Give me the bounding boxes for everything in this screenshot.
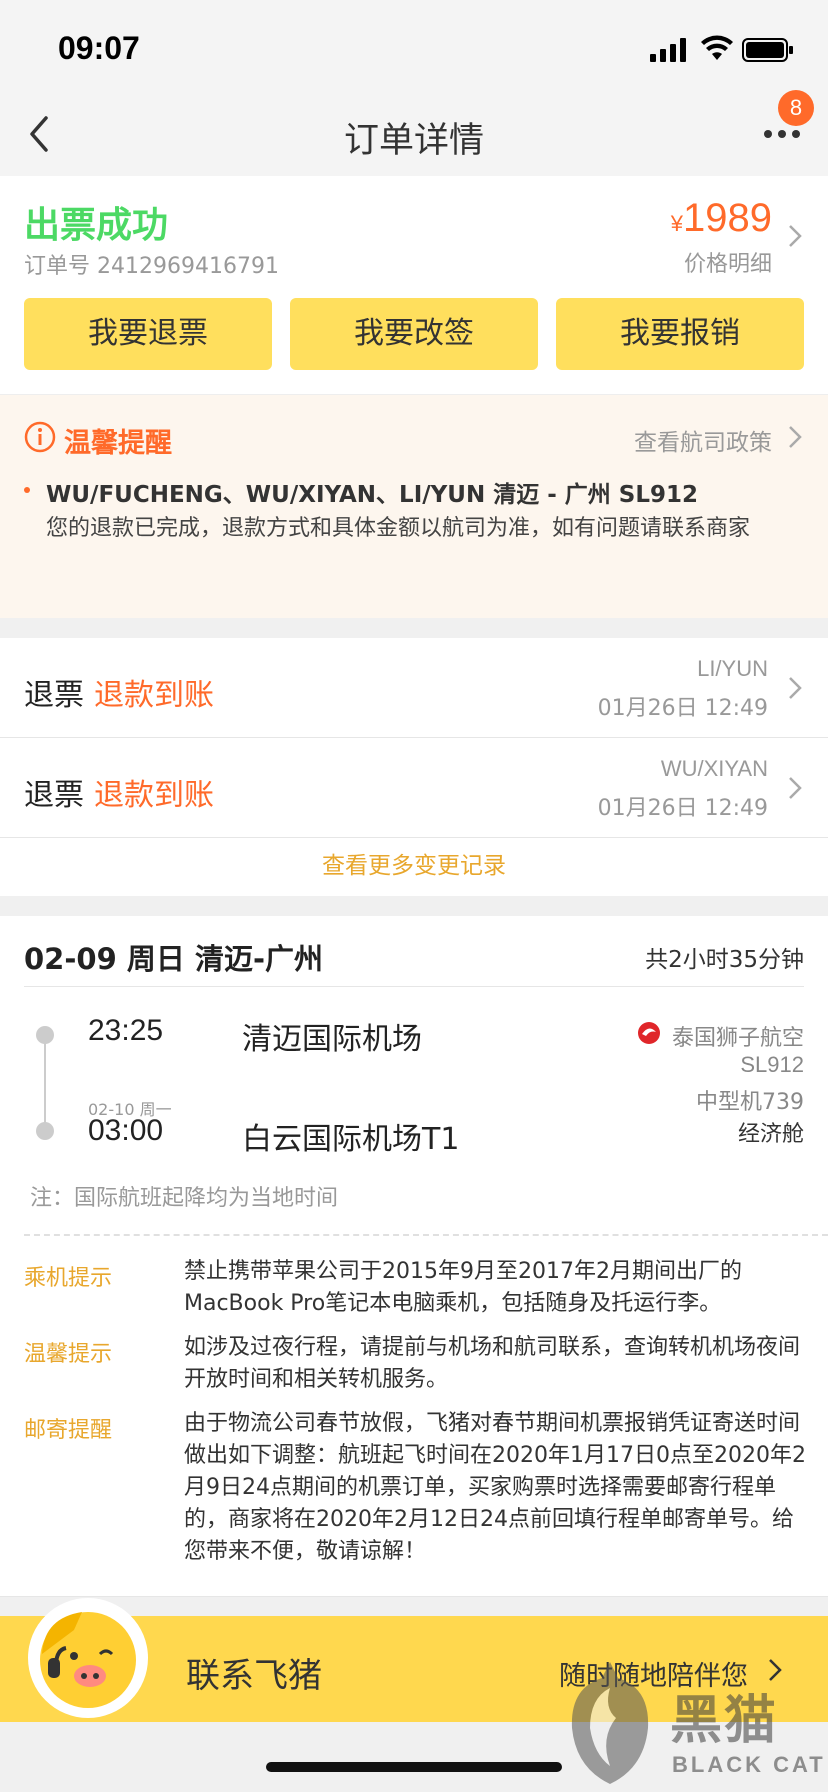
status-bar: 09:07 <box>0 0 828 96</box>
info-icon <box>24 421 56 453</box>
timeline-line <box>44 1036 46 1130</box>
price-amount: 1989 <box>683 196 772 240</box>
record-status: 退款到账 <box>94 678 214 713</box>
fliggy-mascot-avatar[interactable] <box>26 1596 150 1720</box>
local-time-note: 注：国际航班起降均为当地时间 <box>30 1186 339 1211</box>
arrival-airport: 白云国际机场T1 <box>242 1122 460 1157</box>
order-price[interactable]: ¥1989 <box>671 196 772 241</box>
airline-policy-link[interactable]: 查看航司政策 <box>634 423 772 457</box>
price-detail-link[interactable]: 价格明细 <box>684 246 772 278</box>
departure-time: 23:25 <box>88 1014 164 1047</box>
refund-record-row[interactable]: 退票 退款到账 LI/YUN 01月26日 12:49 <box>0 638 828 738</box>
ticket-status: 出票成功 <box>24 205 169 246</box>
order-number-value: 2412969416791 <box>97 254 279 279</box>
order-number-label: 订单号 <box>24 254 91 279</box>
flight-route-header: 02-09 周日 清迈-广州 <box>24 942 323 976</box>
notice-text: 禁止携带苹果公司于2015年9月至2017年2月期间出厂的MacBook Pro… <box>184 1259 742 1316</box>
notice-label: 温馨提示 <box>24 1342 113 1367</box>
passenger-name: LI/YUN <box>697 656 768 681</box>
warm-reminder-panel: 温馨提醒 查看航司政策 WU/FUCHENG、WU/XIYAN、LI/YUN 清… <box>0 394 828 618</box>
chevron-right-icon[interactable] <box>788 676 802 700</box>
record-type: 退票 <box>24 678 84 713</box>
black-cat-watermark-logo-icon <box>571 1662 649 1784</box>
notice-label: 乘机提示 <box>24 1266 113 1291</box>
chevron-right-icon[interactable] <box>788 776 802 800</box>
notice-label: 邮寄提醒 <box>24 1418 113 1443</box>
arrival-dot <box>36 1122 54 1140</box>
watermark-text: 黑猫 <box>670 1691 779 1751</box>
nav-bar: 订单详情 8 <box>0 90 828 176</box>
refund-ticket-button[interactable]: 我要退票 <box>24 298 272 370</box>
warm-reminder-title: 温馨提醒 <box>64 428 172 459</box>
dashed-divider <box>24 1234 828 1236</box>
notice-text: 由于物流公司春节放假，飞猪对春节期间机票报销凭证寄送时间做出如下调整：航班起飞时… <box>184 1411 806 1564</box>
change-ticket-button[interactable]: 我要改签 <box>290 298 538 370</box>
passenger-name: WU/XIYAN <box>660 756 768 781</box>
page-title: 订单详情 <box>343 121 484 161</box>
chevron-right-icon[interactable] <box>788 425 802 449</box>
refund-record-row[interactable]: 退票 退款到账 WU/XIYAN 01月26日 12:49 <box>0 738 828 838</box>
notification-badge: 8 <box>778 90 814 126</box>
reimbursement-button[interactable]: 我要报销 <box>556 298 804 370</box>
aircraft-type: 中型机739 <box>696 1090 804 1115</box>
home-indicator[interactable] <box>266 1762 562 1772</box>
divider <box>24 986 804 987</box>
more-options-icon[interactable] <box>762 124 802 144</box>
flight-number: SL912 <box>740 1052 804 1077</box>
passengers-route: WU/FUCHENG、WU/XIYAN、LI/YUN 清迈 - 广州 SL912 <box>46 482 699 508</box>
flight-duration: 共2小时35分钟 <box>645 947 804 973</box>
flight-info-card: 02-09 周日 清迈-广州 共2小时35分钟 23:25 清迈国际机场 02-… <box>0 916 828 1596</box>
contact-title[interactable]: 联系飞猪 <box>186 1648 322 1697</box>
record-type: 退票 <box>24 778 84 813</box>
battery-icon <box>742 38 793 62</box>
record-status: 退款到账 <box>94 778 214 813</box>
cellular-signal-icon <box>650 38 686 62</box>
record-time: 01月26日 12:49 <box>597 696 768 721</box>
record-time: 01月26日 12:49 <box>597 796 768 821</box>
order-summary: 出票成功 订单号 2412969416791 ¥1989 价格明细 我要退票 我… <box>0 176 828 394</box>
divider <box>0 837 828 838</box>
refund-message: 您的退款已完成，退款方式和具体金额以航司为准，如有问题请联系商家 <box>46 516 751 541</box>
bullet-dot <box>24 487 30 493</box>
order-number: 订单号 2412969416791 <box>24 248 279 280</box>
airline-name: 泰国狮子航空 <box>671 1026 804 1051</box>
cabin-class: 经济舱 <box>737 1122 804 1147</box>
currency-symbol: ¥ <box>670 211 684 236</box>
chevron-right-icon[interactable] <box>788 224 802 248</box>
departure-airport: 清迈国际机场 <box>242 1022 422 1057</box>
more-change-records-link[interactable]: 查看更多变更记录 <box>0 846 828 880</box>
notice-text: 如涉及过夜行程，请提前与机场和航司联系，查询转机机场夜间开放时间和相关转机服务。 <box>184 1335 801 1392</box>
arrival-time: 03:00 <box>88 1114 164 1147</box>
lion-air-logo-icon <box>638 1022 660 1044</box>
clock: 09:07 <box>58 30 140 66</box>
watermark-text-en: BLACK CAT <box>672 1752 826 1777</box>
change-records: 退票 退款到账 LI/YUN 01月26日 12:49 退票 退款到账 WU/X… <box>0 638 828 896</box>
wifi-icon <box>701 35 733 60</box>
